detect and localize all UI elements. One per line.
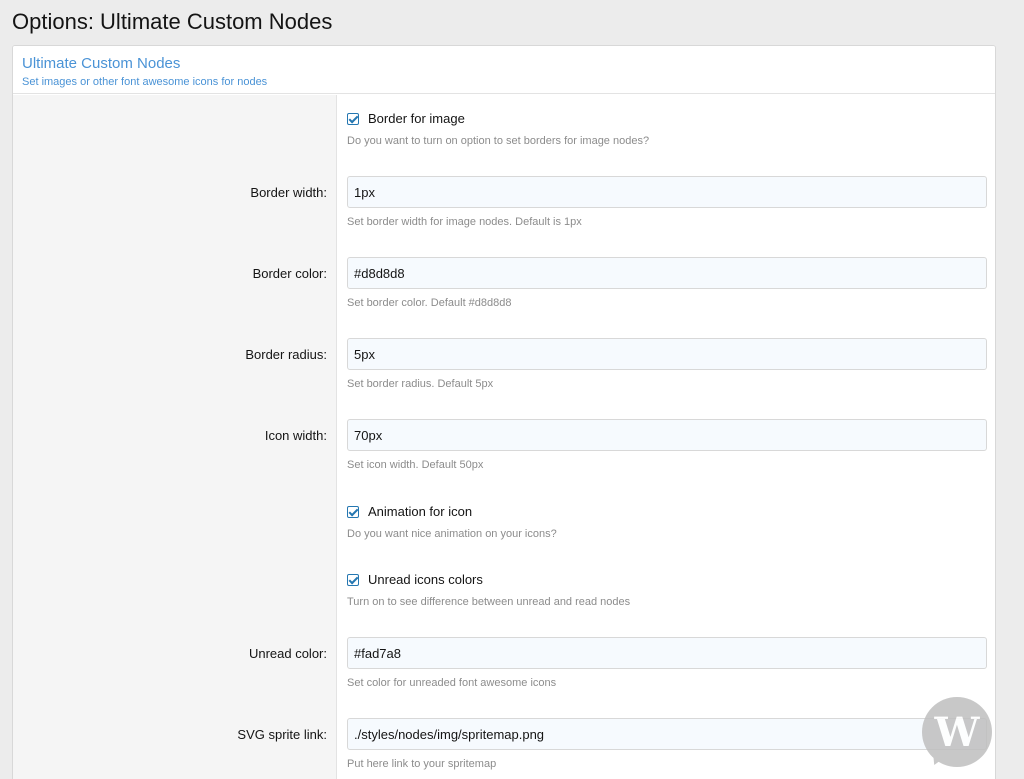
svg-sprite-link-input[interactable]: ./styles/nodes/img/spritemap.png <box>347 718 987 750</box>
border-radius-hint: Set border radius. Default 5px <box>347 378 494 390</box>
border-color-label: Border color: <box>252 266 327 281</box>
unread-icons-colors-hint: Turn on to see difference between unread… <box>347 596 631 608</box>
animation-for-icon-option[interactable]: Animation for icon <box>347 504 472 519</box>
border-for-image-option[interactable]: Border for image <box>347 111 465 126</box>
border-for-image-checkbox[interactable] <box>347 112 359 125</box>
border-for-image-label[interactable]: Border for image <box>368 111 465 126</box>
border-radius-label: Border radius: <box>245 347 327 362</box>
unread-color-hint: Set color for unreaded font awesome icon… <box>347 677 557 689</box>
options-block: Ultimate Custom Nodes Set images or othe… <box>12 45 996 779</box>
svg-sprite-link-hint: Put here link to your spritemap <box>347 758 497 770</box>
unread-icons-colors-option[interactable]: Unread icons colors <box>347 572 483 587</box>
animation-for-icon-checkbox[interactable] <box>347 505 359 518</box>
animation-for-icon-hint: Do you want nice animation on your icons… <box>347 528 557 540</box>
border-radius-input[interactable]: 5px <box>347 338 987 370</box>
border-width-input[interactable]: 1px <box>347 176 987 208</box>
unread-color-label: Unread color: <box>248 646 327 661</box>
block-title: Ultimate Custom Nodes <box>22 55 181 72</box>
border-width-label: Border width: <box>250 185 327 200</box>
svg-sprite-link-label: SVG sprite link: <box>237 727 327 742</box>
watermark-letter: W <box>934 708 980 756</box>
unread-color-input[interactable]: #fad7a8 <box>347 637 987 669</box>
watermark-logo: W <box>922 697 992 767</box>
border-color-input[interactable]: #d8d8d8 <box>347 257 987 289</box>
border-color-hint: Set border color. Default #d8d8d8 <box>347 297 512 309</box>
block-description: Set images or other font awesome icons f… <box>22 76 268 88</box>
icon-width-hint: Set icon width. Default 50px <box>347 459 484 471</box>
block-header: Ultimate Custom Nodes Set images or othe… <box>13 46 995 94</box>
page-title: Options: Ultimate Custom Nodes <box>12 9 333 34</box>
border-width-hint: Set border width for image nodes. Defaul… <box>347 216 582 228</box>
animation-for-icon-label[interactable]: Animation for icon <box>368 504 472 519</box>
border-for-image-hint: Do you want to turn on option to set bor… <box>347 135 650 147</box>
unread-icons-colors-label[interactable]: Unread icons colors <box>368 572 483 587</box>
icon-width-label: Icon width: <box>264 428 327 443</box>
unread-icons-colors-checkbox[interactable] <box>347 573 359 586</box>
icon-width-input[interactable]: 70px <box>347 419 987 451</box>
